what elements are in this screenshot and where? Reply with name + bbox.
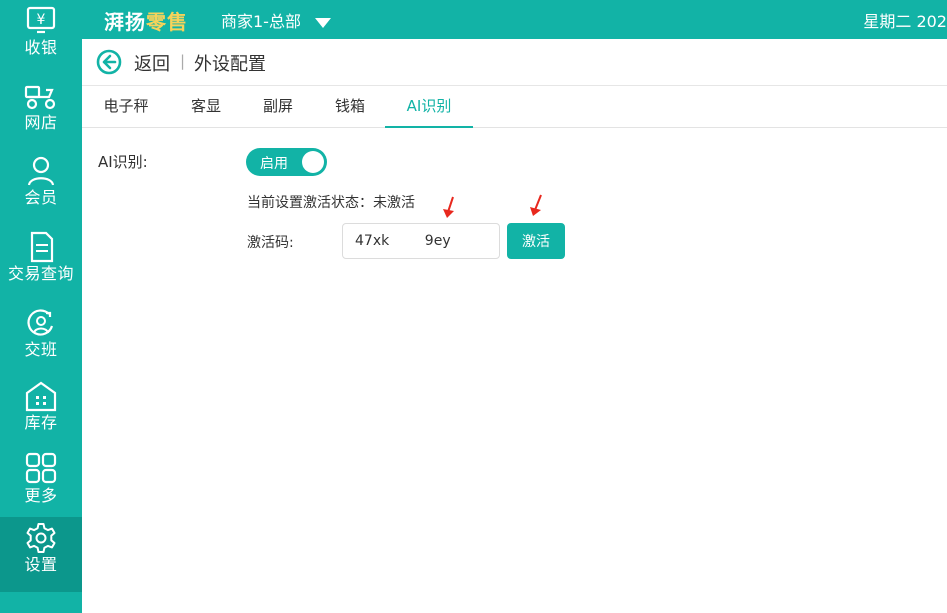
sidebar-item-label: 会员 bbox=[24, 188, 58, 207]
warehouse-icon bbox=[25, 381, 57, 412]
top-bar: 湃扬零售 商家1-总部 星期二 202 bbox=[82, 0, 947, 39]
back-link[interactable]: 返回 bbox=[134, 50, 170, 76]
sidebar-item-inventory[interactable]: 库存 bbox=[0, 375, 82, 448]
sidebar-item-transactions[interactable]: 交易查询 bbox=[0, 226, 82, 299]
merchant-selector[interactable]: 商家1-总部 bbox=[221, 8, 332, 32]
merchant-name: 商家1-总部 bbox=[221, 12, 301, 31]
grid-icon bbox=[25, 452, 57, 484]
sidebar-item-label: 交易查询 bbox=[7, 264, 74, 283]
date-time-display: 星期二 202 bbox=[863, 12, 947, 31]
annotation-arrow-icon bbox=[530, 194, 542, 216]
breadcrumb-separator: | bbox=[180, 52, 186, 70]
ai-recognition-toggle[interactable]: 启用 bbox=[246, 148, 327, 176]
breadcrumb: 返回 | 外设配置 bbox=[82, 39, 947, 86]
sidebar-item-member[interactable]: 会员 bbox=[0, 150, 82, 223]
activate-button[interactable]: 激活 bbox=[507, 223, 565, 259]
delivery-scooter-icon bbox=[24, 85, 56, 110]
shift-change-icon bbox=[27, 309, 54, 336]
cashier-icon: ¥ bbox=[26, 6, 56, 34]
tab-cash-drawer[interactable]: 钱箱 bbox=[314, 86, 386, 126]
tab-secondary-screen[interactable]: 副屏 bbox=[242, 86, 314, 126]
sidebar-item-label: 设置 bbox=[24, 555, 58, 574]
annotation-arrow-icon bbox=[443, 196, 454, 218]
tab-scale[interactable]: 电子秤 bbox=[90, 86, 162, 126]
member-icon bbox=[27, 156, 55, 186]
document-icon bbox=[30, 231, 54, 263]
ai-recognition-label: AI识别: bbox=[98, 153, 148, 171]
toggle-label: 启用 bbox=[260, 156, 288, 172]
sidebar-item-label: 网店 bbox=[24, 113, 58, 132]
activation-code-input[interactable] bbox=[342, 223, 500, 259]
brand-logo: 湃扬零售 bbox=[104, 10, 188, 34]
page-title: 外设配置 bbox=[194, 54, 266, 75]
tab-ai-recognition[interactable]: AI识别 bbox=[385, 86, 473, 128]
sidebar-item-label: 更多 bbox=[24, 486, 58, 505]
sidebar-item-label: 库存 bbox=[24, 413, 58, 432]
sidebar-item-shift[interactable]: 交班 bbox=[0, 302, 82, 375]
activation-code-label: 激活码: bbox=[247, 235, 294, 251]
sidebar-item-more[interactable]: 更多 bbox=[0, 448, 82, 521]
sidebar-item-cashier[interactable]: ¥ 收银 bbox=[0, 0, 82, 73]
sidebar-item-label: 收银 bbox=[24, 38, 58, 57]
sidebar: ¥ 收银 网店 会员 交易查询 交班 库存 更多 设置 bbox=[0, 0, 82, 613]
svg-text:¥: ¥ bbox=[37, 12, 46, 28]
gear-icon bbox=[26, 523, 56, 553]
activation-status-text: 当前设置激活状态：未激活 bbox=[247, 195, 415, 211]
toggle-knob bbox=[302, 151, 324, 173]
sidebar-item-online-store[interactable]: 网店 bbox=[0, 75, 82, 148]
back-arrow-icon[interactable] bbox=[96, 49, 122, 75]
tab-customer-display[interactable]: 客显 bbox=[170, 86, 242, 126]
tab-bar: 电子秤 客显 副屏 钱箱 AI识别 bbox=[82, 86, 947, 128]
chevron-down-icon bbox=[315, 17, 332, 28]
sidebar-item-label: 交班 bbox=[24, 340, 58, 359]
sidebar-item-settings[interactable]: 设置 bbox=[0, 517, 82, 592]
